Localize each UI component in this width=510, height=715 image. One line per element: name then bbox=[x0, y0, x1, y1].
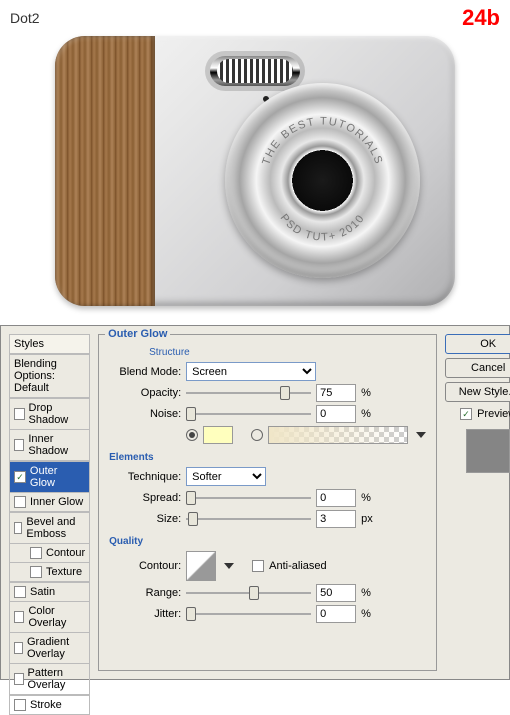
jitter-label: Jitter: bbox=[109, 608, 181, 620]
checkbox-pattern-overlay[interactable] bbox=[14, 673, 24, 685]
camera-lens bbox=[225, 83, 420, 278]
canvas-area: Dot2 24b THE BEST TUTORIALS PSD TUT+ 201… bbox=[0, 0, 510, 325]
range-slider[interactable] bbox=[186, 585, 311, 601]
styles-header[interactable]: Styles bbox=[9, 334, 90, 354]
settings-column: Outer Glow Structure Blend Mode: Screen … bbox=[98, 334, 437, 671]
layer-style-dialog: Styles Blending Options: Default Drop Sh… bbox=[0, 325, 510, 680]
style-item-inner-shadow[interactable]: Inner Shadow bbox=[9, 430, 90, 461]
cancel-button[interactable]: Cancel bbox=[445, 358, 510, 378]
checkbox-stroke[interactable] bbox=[14, 699, 26, 711]
size-label: Size: bbox=[109, 513, 181, 525]
style-item-contour[interactable]: Contour bbox=[9, 544, 90, 563]
checkbox-bevel-emboss[interactable] bbox=[14, 522, 22, 534]
structure-group: Structure Blend Mode: Screen Opacity: 75… bbox=[109, 347, 426, 444]
size-value[interactable]: 3 bbox=[316, 510, 356, 528]
preview-checkbox[interactable]: ✓ bbox=[460, 408, 472, 420]
color-radio[interactable] bbox=[186, 429, 198, 441]
opacity-value[interactable]: 75 bbox=[316, 384, 356, 402]
gradient-radio[interactable] bbox=[251, 429, 263, 441]
spread-value[interactable]: 0 bbox=[316, 489, 356, 507]
style-item-satin[interactable]: Satin bbox=[9, 582, 90, 602]
checkbox-drop-shadow[interactable] bbox=[14, 408, 25, 420]
checkbox-contour[interactable] bbox=[30, 547, 42, 559]
blending-options-item[interactable]: Blending Options: Default bbox=[9, 354, 90, 398]
contour-dropdown-icon[interactable] bbox=[224, 563, 234, 569]
blend-mode-label: Blend Mode: bbox=[109, 366, 181, 378]
jitter-value[interactable]: 0 bbox=[316, 605, 356, 623]
layer-name: Dot2 bbox=[10, 10, 500, 26]
antialiased-checkbox[interactable] bbox=[252, 560, 264, 572]
checkbox-inner-glow[interactable] bbox=[14, 496, 26, 508]
size-slider[interactable] bbox=[186, 511, 311, 527]
quality-group: Quality Contour: Anti-aliased Range: 50 … bbox=[109, 536, 426, 623]
checkbox-color-overlay[interactable] bbox=[14, 611, 24, 623]
camera-flash-window bbox=[217, 59, 293, 83]
preview-swatch bbox=[466, 429, 510, 473]
contour-label: Contour: bbox=[109, 560, 181, 572]
style-item-color-overlay[interactable]: Color Overlay bbox=[9, 602, 90, 633]
spread-label: Spread: bbox=[109, 492, 181, 504]
glow-gradient-swatch[interactable] bbox=[268, 426, 408, 444]
style-item-gradient-overlay[interactable]: Gradient Overlay bbox=[9, 633, 90, 664]
spread-slider[interactable] bbox=[186, 490, 311, 506]
noise-value[interactable]: 0 bbox=[316, 405, 356, 423]
new-style-button[interactable]: New Style... bbox=[445, 382, 510, 402]
checkbox-satin[interactable] bbox=[14, 586, 26, 598]
quality-title: Quality bbox=[109, 536, 426, 547]
glow-color-swatch[interactable] bbox=[203, 426, 233, 444]
opacity-label: Opacity: bbox=[109, 387, 181, 399]
style-item-stroke[interactable]: Stroke bbox=[9, 695, 90, 715]
gradient-dropdown-icon[interactable] bbox=[416, 432, 426, 438]
technique-label: Technique: bbox=[109, 471, 181, 483]
contour-swatch[interactable] bbox=[186, 551, 216, 581]
range-label: Range: bbox=[109, 587, 181, 599]
elements-title: Elements bbox=[109, 452, 426, 463]
technique-select[interactable]: Softer bbox=[186, 467, 266, 486]
noise-slider[interactable] bbox=[186, 406, 311, 422]
styles-list: Styles Blending Options: Default Drop Sh… bbox=[9, 334, 90, 715]
checkbox-gradient-overlay[interactable] bbox=[14, 642, 23, 654]
buttons-column: OK Cancel New Style... ✓ Preview bbox=[445, 334, 510, 671]
camera-wood-grip bbox=[55, 36, 155, 306]
antialiased-label: Anti-aliased bbox=[269, 560, 326, 572]
opacity-slider[interactable] bbox=[186, 385, 311, 401]
section-title: Outer Glow bbox=[105, 328, 170, 340]
structure-title: Structure bbox=[149, 347, 426, 358]
checkbox-outer-glow[interactable]: ✓ bbox=[14, 471, 26, 483]
noise-label: Noise: bbox=[109, 408, 181, 420]
jitter-slider[interactable] bbox=[186, 606, 311, 622]
blend-mode-select[interactable]: Screen bbox=[186, 362, 316, 381]
styles-column: Styles Blending Options: Default Drop Sh… bbox=[9, 334, 90, 671]
checkbox-inner-shadow[interactable] bbox=[14, 439, 24, 451]
style-item-texture[interactable]: Texture bbox=[9, 563, 90, 582]
style-item-drop-shadow[interactable]: Drop Shadow bbox=[9, 398, 90, 430]
style-item-outer-glow[interactable]: ✓Outer Glow bbox=[9, 461, 90, 493]
style-item-bevel-emboss[interactable]: Bevel and Emboss bbox=[9, 512, 90, 544]
checkbox-texture[interactable] bbox=[30, 566, 42, 578]
range-value[interactable]: 50 bbox=[316, 584, 356, 602]
camera-illustration: THE BEST TUTORIALS PSD TUT+ 2010 bbox=[55, 36, 455, 306]
elements-group: Elements Technique: Softer Spread: 0 % S… bbox=[109, 452, 426, 528]
step-number: 24b bbox=[462, 5, 500, 31]
style-item-inner-glow[interactable]: Inner Glow bbox=[9, 493, 90, 512]
preview-label: Preview bbox=[477, 408, 510, 420]
ok-button[interactable]: OK bbox=[445, 334, 510, 354]
